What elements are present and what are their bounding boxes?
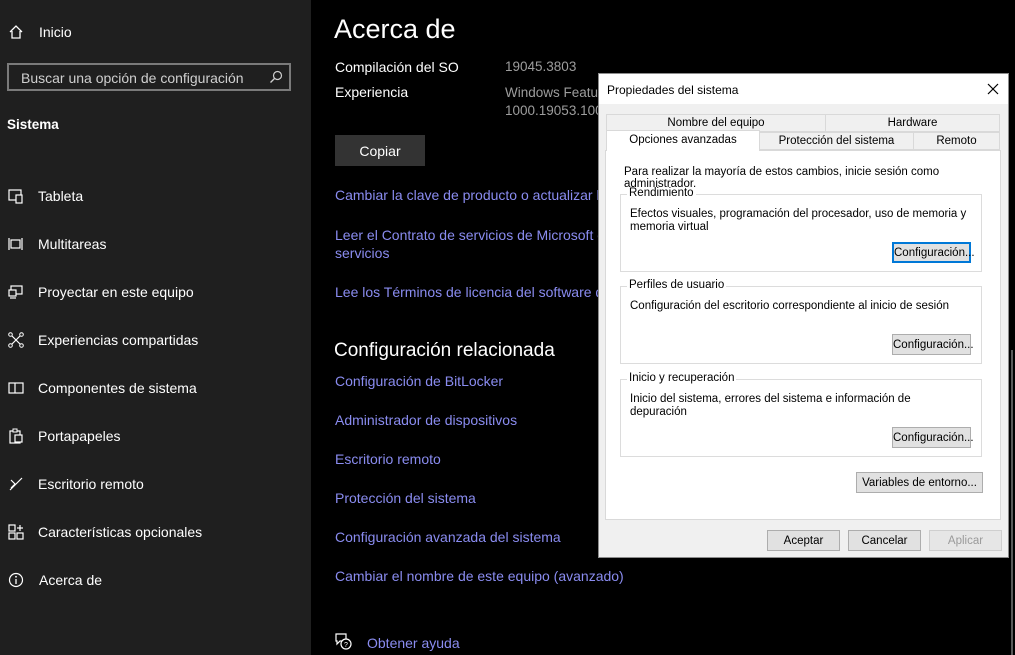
advanced-system-settings-link[interactable]: Configuración avanzada del sistema [335,529,561,545]
dialog-title: Propiedades del sistema [607,83,739,97]
tab-label: Opciones avanzadas [629,134,737,146]
system-protection-link[interactable]: Protección del sistema [335,490,476,506]
tab-system-protection[interactable]: Protección del sistema [759,132,914,150]
rename-pc-link[interactable]: Cambiar el nombre de este equipo (avanza… [335,568,624,584]
tablet-icon [7,187,25,205]
search-input[interactable] [19,68,263,88]
clipboard-icon [7,427,25,445]
services-agreement-link-line2[interactable]: servicios [335,245,389,261]
performance-group: Rendimiento Efectos visuales, programaci… [620,187,982,272]
tab-label: Remoto [936,135,977,147]
user-profiles-settings-button[interactable]: Configuración... [892,334,974,355]
help-icon: ? [334,632,352,650]
device-manager-link[interactable]: Administrador de dispositivos [335,412,517,428]
sidebar-item-label: Componentes de sistema [38,380,197,396]
remote-desktop-link[interactable]: Escritorio remoto [335,451,441,467]
sidebar-item-label: Escritorio remoto [38,476,144,492]
tab-label: Protección del sistema [778,135,895,147]
sidebar-item-label: Características opcionales [38,524,203,540]
sidebar-item-shared-experiences[interactable]: Experiencias compartidas [0,320,311,360]
tab-remote[interactable]: Remoto [913,132,1000,150]
startup-recovery-group: Inicio y recuperación Inicio del sistema… [620,372,982,457]
search-box[interactable] [7,63,291,91]
tab-advanced[interactable]: Opciones avanzadas [606,130,760,151]
group-title: Rendimiento [627,187,696,199]
sidebar-item-project[interactable]: Proyectar en este equipo [0,272,311,312]
spec-value-os-build: 19045.3803 [505,59,577,74]
sidebar-item-label: Multitareas [38,236,107,252]
sidebar-item-tablet[interactable]: Tableta [0,176,311,216]
group-description: Configuración del escritorio correspondi… [630,300,949,312]
apply-button[interactable]: Aplicar [929,530,1002,551]
sidebar-item-clipboard[interactable]: Portapapeles [0,416,311,456]
sidebar-item-system-components[interactable]: Componentes de sistema [0,368,311,408]
copy-button[interactable]: Copiar [335,135,425,166]
optional-features-icon [7,523,25,541]
group-title: Perfiles de usuario [627,279,727,291]
settings-sidebar: Inicio Sistema Tableta Multitareas Proye… [0,0,311,655]
category-heading: Sistema [7,117,59,132]
sidebar-item-label: Experiencias compartidas [38,332,199,348]
sidebar-item-optional-features[interactable]: Características opcionales [0,512,311,552]
group-title: Inicio y recuperación [627,372,737,384]
spec-label-experience: Experiencia [335,84,409,100]
tab-label: Nombre del equipo [667,117,765,129]
performance-settings-button[interactable]: Configuración... [892,242,975,263]
scrollbar-thumb[interactable] [1011,350,1013,655]
get-help-link[interactable]: Obtener ayuda [367,635,460,651]
spec-label-os-build: Compilación del SO [335,59,459,75]
group-description: Inicio del sistema, errores del sistema … [630,393,911,418]
user-profiles-group: Perfiles de usuario Configuración del es… [620,279,982,364]
project-icon [7,283,25,301]
sidebar-item-home[interactable]: Inicio [0,12,311,52]
group-description: Efectos visuales, programación del proce… [630,208,967,233]
environment-variables-button[interactable]: Variables de entorno... [856,472,983,493]
ok-button[interactable]: Aceptar [767,530,840,551]
multitask-icon [7,235,25,253]
sidebar-item-multitasking[interactable]: Multitareas [0,224,311,264]
tab-label: Hardware [887,117,938,129]
system-components-icon [7,379,25,397]
bitlocker-link[interactable]: Configuración de BitLocker [335,373,503,389]
tab-panel-advanced: Para realizar la mayoría de estos cambio… [605,150,1001,520]
close-icon[interactable] [978,74,1008,104]
info-icon [7,571,25,589]
page-title: Acerca de [334,14,456,44]
system-properties-dialog: Propiedades del sistema Nombre del equip… [598,73,1009,558]
sidebar-item-label: Tableta [38,188,84,204]
sidebar-item-label: Proyectar en este equipo [38,284,194,300]
search-icon[interactable] [269,70,283,84]
dialog-title-bar[interactable]: Propiedades del sistema [599,74,1008,104]
home-icon [7,23,25,41]
svg-text:?: ? [344,642,348,649]
cancel-button[interactable]: Cancelar [848,530,921,551]
sidebar-item-label: Acerca de [39,572,103,588]
tab-hardware[interactable]: Hardware [825,114,1000,132]
shared-experiences-icon [7,331,25,349]
related-settings-heading: Configuración relacionada [334,340,555,361]
sidebar-item-remote-desktop[interactable]: Escritorio remoto [0,464,311,504]
sidebar-item-label: Portapapeles [38,428,121,444]
remote-desktop-icon [7,475,25,493]
sidebar-item-label: Inicio [39,24,72,40]
startup-recovery-settings-button[interactable]: Configuración... [892,427,974,448]
sidebar-item-about[interactable]: Acerca de [0,560,311,600]
